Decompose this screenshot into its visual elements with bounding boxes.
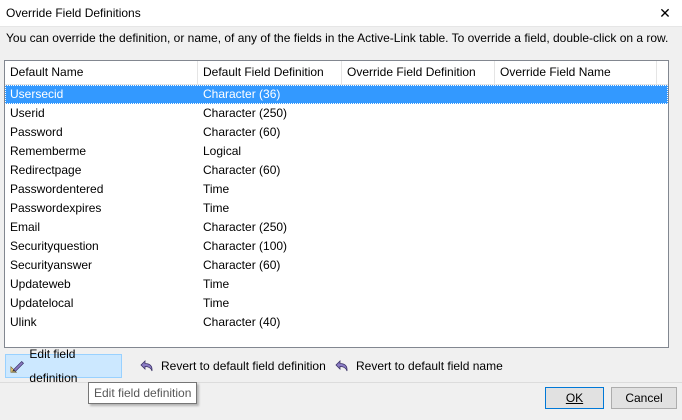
cell-default-name: Securityanswer xyxy=(10,258,93,272)
table-row[interactable]: Securityquestion Character (100) xyxy=(5,237,668,256)
revert-default-definition-label: Revert to default field definition xyxy=(161,359,326,373)
cell-default-name: Updateweb xyxy=(10,277,71,291)
cell-default-name: Securityquestion xyxy=(10,239,99,253)
cell-default-field-definition: Character (36) xyxy=(203,87,281,101)
revert-default-definition-button[interactable]: Revert to default field definition xyxy=(136,354,330,378)
cell-default-name: Passwordexpires xyxy=(10,201,102,215)
table-row[interactable]: Password Character (60) xyxy=(5,123,668,142)
revert-default-name-label: Revert to default field name xyxy=(356,359,503,373)
table-row[interactable]: Usersecid Character (36) xyxy=(5,85,668,104)
table-row[interactable]: Email Character (250) xyxy=(5,218,668,237)
cell-default-field-definition: Time xyxy=(203,182,230,196)
cell-default-field-definition: Character (250) xyxy=(203,220,288,234)
close-button[interactable]: ✕ xyxy=(648,0,682,26)
table-body: Usersecid Character (36) Userid Character (… xyxy=(5,85,668,332)
ok-button[interactable]: OK xyxy=(545,387,604,409)
pencil-ruler-icon xyxy=(10,360,24,373)
table-row[interactable]: Passwordexpires Time xyxy=(5,199,668,218)
table-row[interactable]: Securityanswer Character (60) xyxy=(5,256,668,275)
table-row[interactable]: Passwordentered Time xyxy=(5,180,668,199)
column-header-override-field-name[interactable]: Override Field Name xyxy=(495,61,657,84)
cell-default-field-definition: Character (60) xyxy=(203,163,281,177)
cell-default-name: Userid xyxy=(10,106,45,120)
revert-default-name-button[interactable]: Revert to default field name xyxy=(331,354,507,378)
undo-arrow-icon xyxy=(140,360,153,372)
cell-default-name: Usersecid xyxy=(10,87,64,101)
cell-default-name: Ulink xyxy=(10,315,37,329)
cell-default-name: Passwordentered xyxy=(10,182,104,196)
cell-default-field-definition: Time xyxy=(203,277,230,291)
cell-default-field-definition: Character (60) xyxy=(203,125,281,139)
cell-default-field-definition: Time xyxy=(203,296,230,310)
description-text: You can override the definition, or name… xyxy=(6,31,669,45)
table-header: Default Name Default Field Definition Ov… xyxy=(5,61,668,85)
cancel-label: Cancel xyxy=(625,391,663,405)
table-row[interactable]: Ulink Character (40) xyxy=(5,313,668,332)
cell-default-name: Email xyxy=(10,220,41,234)
cell-default-field-definition: Character (40) xyxy=(203,315,281,329)
table-row[interactable]: Userid Character (250) xyxy=(5,104,668,123)
table-row[interactable]: Rememberme Logical xyxy=(5,142,668,161)
title-bar: Override Field Definitions ✕ xyxy=(0,0,682,27)
close-icon: ✕ xyxy=(659,4,671,21)
cell-default-name: Password xyxy=(10,125,63,139)
undo-arrow-icon xyxy=(335,360,348,372)
table-row[interactable]: Updateweb Time xyxy=(5,275,668,294)
cell-default-name: Updatelocal xyxy=(10,296,74,310)
action-toolbar: Edit field definition Revert to default … xyxy=(0,347,682,385)
cell-default-field-definition: Character (60) xyxy=(203,258,281,272)
ok-label: OK xyxy=(565,391,584,405)
cell-default-name: Redirectpage xyxy=(10,163,82,177)
edit-field-definition-button[interactable]: Edit field definition xyxy=(5,347,122,385)
cancel-button[interactable]: Cancel xyxy=(611,387,677,409)
cell-default-name: Rememberme xyxy=(10,144,87,158)
field-definitions-table[interactable]: Default Name Default Field Definition Ov… xyxy=(4,60,669,348)
cell-default-field-definition: Character (250) xyxy=(203,106,288,120)
cell-default-field-definition: Time xyxy=(203,201,230,215)
tooltip: Edit field definition xyxy=(88,382,198,404)
table-row[interactable]: Updatelocal Time xyxy=(5,294,668,313)
column-header-default-name[interactable]: Default Name xyxy=(5,61,198,84)
column-header-override-field-definition[interactable]: Override Field Definition xyxy=(342,61,495,84)
cell-default-field-definition: Character (100) xyxy=(203,239,288,253)
table-row[interactable]: Redirectpage Character (60) xyxy=(5,161,668,180)
window-title: Override Field Definitions xyxy=(6,6,141,20)
column-header-default-field-definition[interactable]: Default Field Definition xyxy=(198,61,342,84)
cell-default-field-definition: Logical xyxy=(203,144,242,158)
